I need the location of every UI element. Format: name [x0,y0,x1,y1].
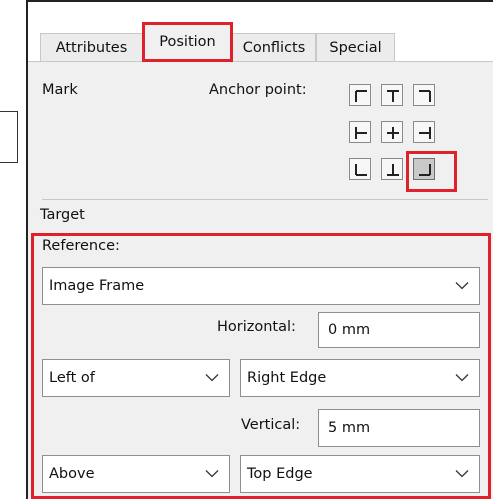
tab-attributes[interactable]: Attributes [40,33,143,61]
vertical-offset-input[interactable]: 5 mm [318,409,480,447]
anchor-top-left-icon [355,90,367,102]
vertical-offset-value: 5 mm [328,420,371,436]
anchor-bottom-right-icon [419,164,431,176]
horizontal-relation-value: Left of [49,370,95,386]
anchor-middle-right-icon [419,127,431,139]
vertical-edge-dropdown[interactable]: Top Edge [240,455,480,493]
anchor-top-center-button[interactable] [381,84,403,106]
anchor-center-icon [387,127,399,139]
anchor-point-label: Anchor point: [209,82,307,98]
anchor-bottom-center-button[interactable] [381,158,403,180]
horizontal-offset-value: 0 mm [328,322,371,338]
anchor-top-center-icon [387,90,399,102]
anchor-bottom-center-icon [387,164,399,176]
anchor-bottom-right-button[interactable] [413,158,435,180]
reference-label: Reference: [42,238,120,254]
mark-label: Mark [42,82,78,98]
horizontal-offset-input[interactable]: 0 mm [318,312,480,348]
horizontal-edge-dropdown[interactable]: Right Edge [240,359,480,397]
section-divider [42,199,488,200]
tab-position[interactable]: Position [142,22,233,62]
anchor-middle-left-button[interactable] [349,121,371,143]
mark-properties-panel: Attributes Position Conflicts Special Ma… [26,0,493,499]
anchor-top-left-button[interactable] [349,84,371,106]
anchor-middle-left-icon [355,127,367,139]
tab-special[interactable]: Special [316,33,395,61]
adjacent-window-edge [0,111,18,163]
chevron-down-icon [455,374,469,382]
horizontal-edge-value: Right Edge [247,370,327,386]
horizontal-label: Horizontal: [217,319,296,335]
tab-conflicts[interactable]: Conflicts [232,33,316,61]
anchor-top-right-icon [419,90,431,102]
reference-dropdown[interactable]: Image Frame [42,267,480,305]
chevron-down-icon [205,470,219,478]
anchor-middle-right-button[interactable] [413,121,435,143]
reference-value: Image Frame [49,278,145,294]
vertical-label: Vertical: [241,417,301,433]
tab-bar: Attributes Position Conflicts Special [28,2,493,62]
vertical-relation-dropdown[interactable]: Above [42,455,230,493]
chevron-down-icon [455,282,469,290]
chevron-down-icon [455,470,469,478]
target-label: Target [40,207,85,223]
anchor-bottom-left-icon [355,164,367,176]
vertical-edge-value: Top Edge [247,466,313,482]
anchor-bottom-left-button[interactable] [349,158,371,180]
chevron-down-icon [205,374,219,382]
anchor-top-right-button[interactable] [413,84,435,106]
horizontal-relation-dropdown[interactable]: Left of [42,359,230,397]
anchor-center-button[interactable] [381,121,403,143]
vertical-relation-value: Above [49,466,95,482]
